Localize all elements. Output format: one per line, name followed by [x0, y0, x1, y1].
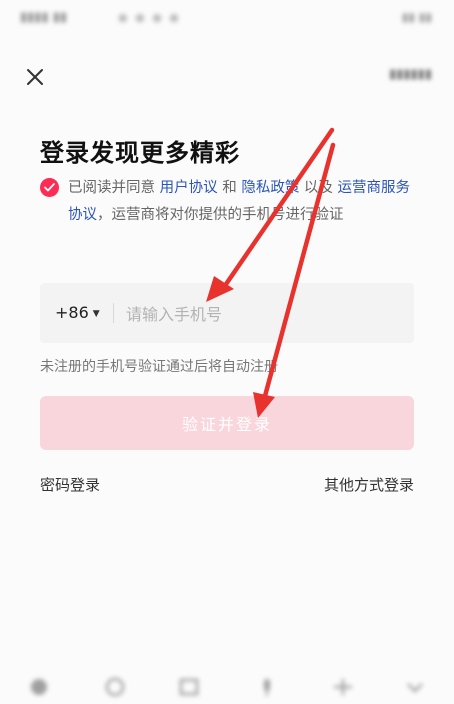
- agreement-and: 和: [217, 180, 242, 196]
- country-code-label: +86: [55, 303, 89, 322]
- agreement-suffix: ，运营商将对你提供的手机号进行验证: [97, 207, 344, 223]
- annotation-arrows: [206, 127, 336, 418]
- verify-login-button[interactable]: 验证并登录: [40, 396, 414, 450]
- page-title: 登录发现更多精彩: [40, 139, 240, 167]
- password-login-link[interactable]: 密码登录: [40, 474, 100, 495]
- agreement-text: 已阅读并同意 用户协议 和 隐私政策 以及 运营商服务协议，运营商将对你提供的手…: [68, 175, 418, 229]
- nav-icon-4[interactable]: [256, 676, 278, 698]
- status-icons-blurred: ● ● ● ●: [118, 11, 181, 24]
- phone-input[interactable]: [124, 297, 398, 331]
- status-bar: ▮▮▮▮ ▮▮ ● ● ● ● ▮▮ ▮▮: [0, 0, 454, 36]
- nav-icon-5[interactable]: [332, 676, 354, 698]
- user-agreement-link[interactable]: 用户协议: [160, 180, 218, 196]
- other-login-link[interactable]: 其他方式登录: [324, 474, 414, 495]
- nav-icon-6[interactable]: [404, 676, 426, 698]
- bottom-nav-blurred: [0, 664, 454, 704]
- top-right-link-blurred[interactable]: ▮▮▮▮▮▮: [389, 67, 432, 82]
- divider: [113, 303, 114, 323]
- caret-down-icon: ▼: [92, 309, 100, 319]
- agreement-prefix: 已阅读并同意: [68, 180, 160, 196]
- close-icon[interactable]: [24, 66, 46, 88]
- country-code-selector[interactable]: +86 ▼: [55, 303, 100, 322]
- nav-icon-2[interactable]: [104, 676, 126, 698]
- nav-icon-3[interactable]: [178, 676, 200, 698]
- status-time-blurred: ▮▮▮▮ ▮▮: [20, 10, 68, 25]
- auto-register-hint: 未注册的手机号验证通过后将自动注册: [40, 359, 278, 375]
- privacy-policy-link[interactable]: 隐私政策: [241, 180, 299, 196]
- check-icon: [44, 183, 55, 192]
- phone-input-box: +86 ▼: [40, 283, 414, 343]
- status-battery-blurred: ▮▮ ▮▮: [401, 10, 432, 24]
- agreement-checkbox[interactable]: [40, 178, 59, 197]
- agreement-and2: 以及: [299, 180, 338, 196]
- nav-icon-1[interactable]: [28, 676, 50, 698]
